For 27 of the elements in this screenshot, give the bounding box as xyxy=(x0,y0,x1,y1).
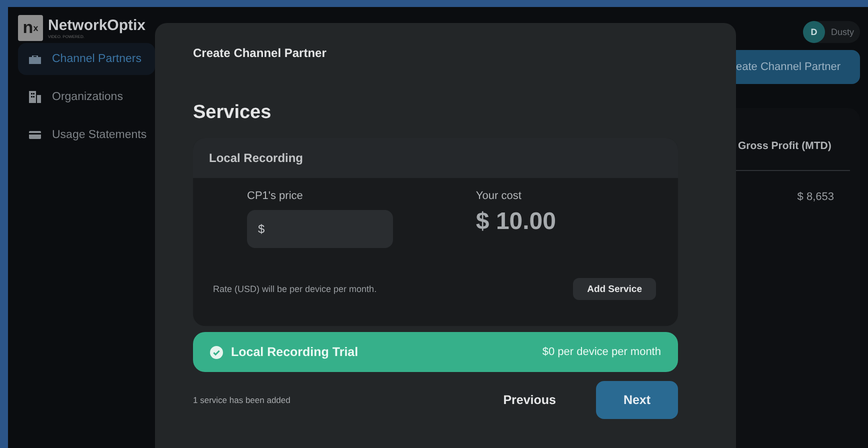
rate-note: Rate (USD) will be per device per month. xyxy=(213,284,377,294)
avatar: D xyxy=(802,21,825,43)
cost-label: Your cost xyxy=(476,190,522,202)
table-cell-text: $ 8,653 xyxy=(796,190,835,203)
card-icon xyxy=(28,128,42,142)
create-partner-button[interactable]: eate Channel Partner xyxy=(736,50,860,84)
add-service-button[interactable]: Add Service xyxy=(573,278,656,300)
previous-button[interactable]: Previous xyxy=(501,389,558,411)
next-button[interactable]: Next xyxy=(596,381,678,419)
user-name: Dusty xyxy=(830,27,854,37)
price-field[interactable]: $ xyxy=(247,210,393,248)
section-heading: Services xyxy=(193,102,272,124)
logo-icon: n$^{x}$ xyxy=(18,15,43,41)
price-label: CP1's price xyxy=(247,190,304,202)
added-service-name: Local Recording Trial xyxy=(231,345,360,359)
building-icon xyxy=(28,90,42,104)
brand-name: NetworkOptix xyxy=(48,18,146,34)
dialog-title: Create Channel Partner xyxy=(193,46,328,60)
cost-value: $ 10.00 xyxy=(476,208,556,236)
sidebar-item[interactable]: Usage Statements xyxy=(18,119,155,151)
service-name: Local Recording xyxy=(193,138,678,178)
column-header: Gross Profit (MTD) xyxy=(737,139,832,152)
user-chip[interactable]: D Dusty xyxy=(802,21,860,43)
added-service-rate: $0 per device per month xyxy=(542,346,661,358)
sidebar-item[interactable]: Organizations xyxy=(18,81,155,113)
sidebar-item[interactable]: Channel Partners xyxy=(18,43,155,75)
status-text: 1 service has been added xyxy=(193,395,292,405)
